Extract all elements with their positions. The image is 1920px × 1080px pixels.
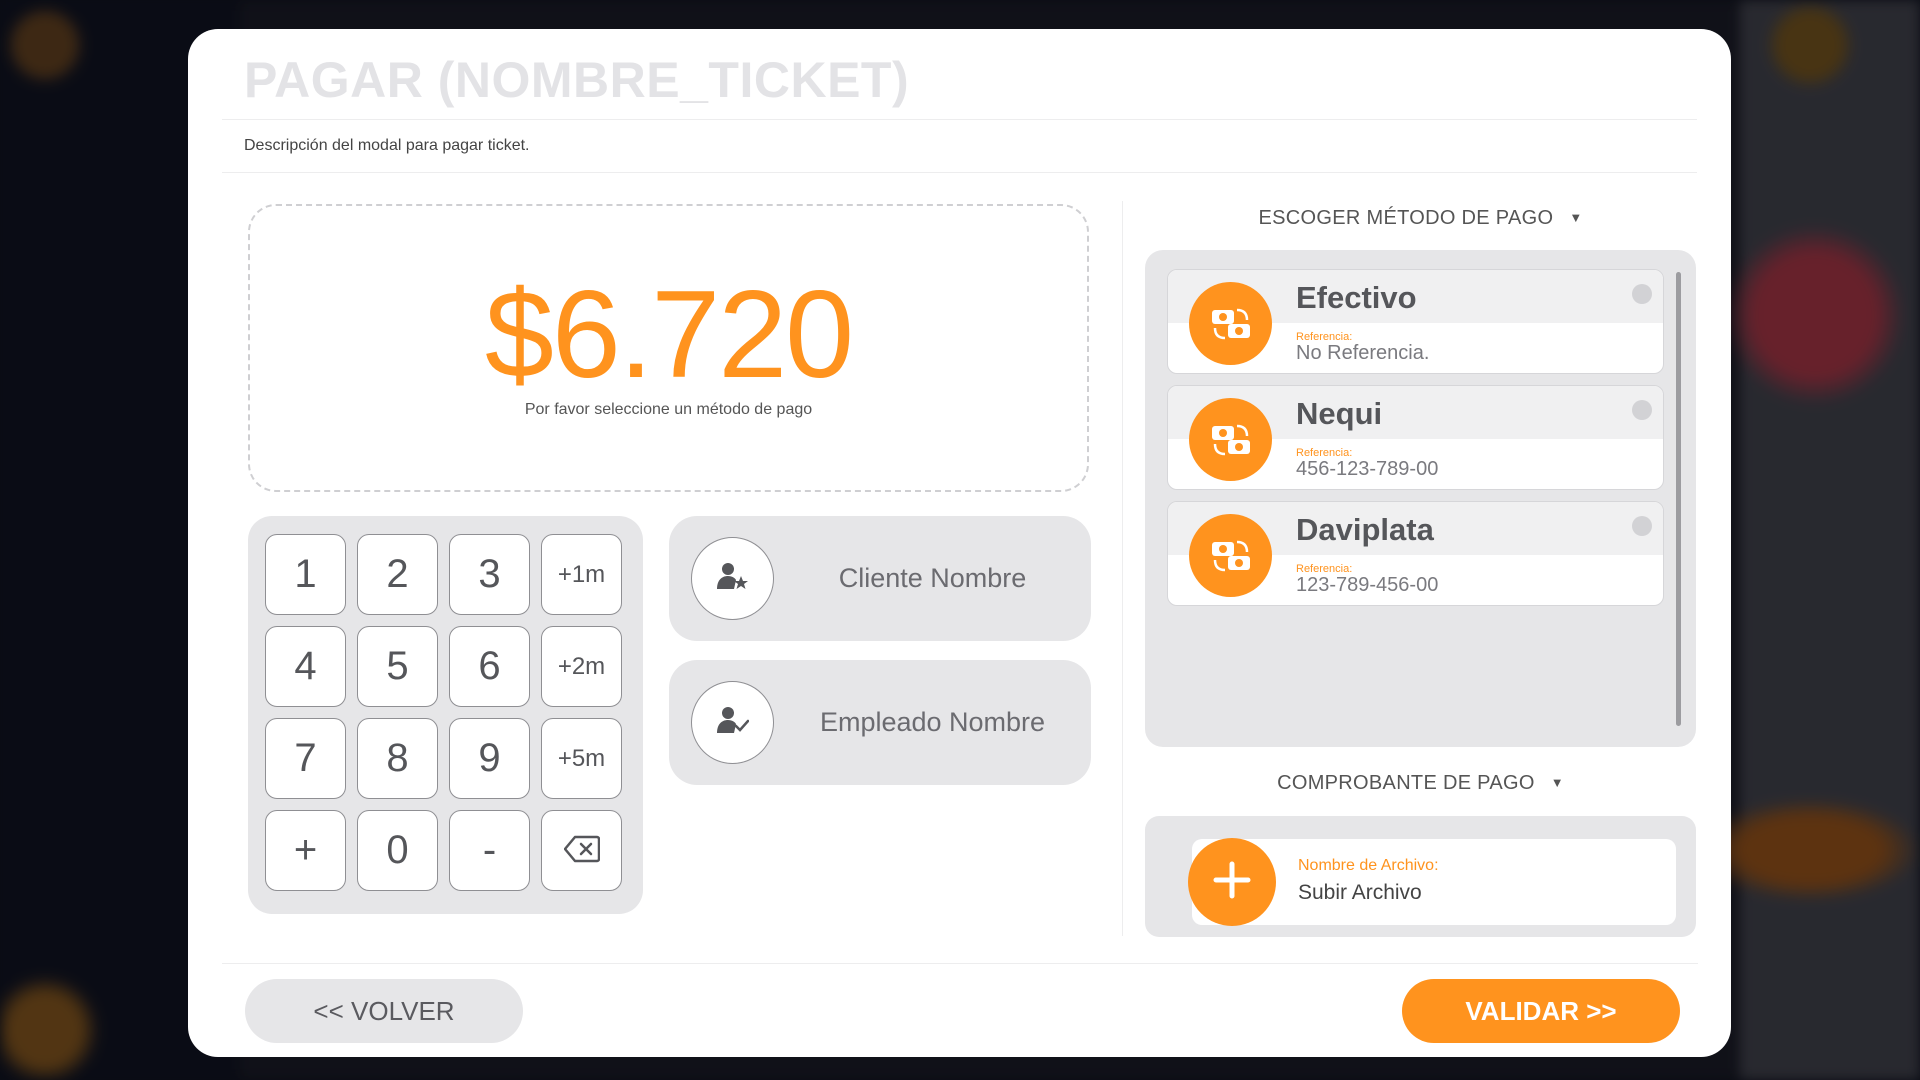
method-name: Nequi: [1296, 396, 1383, 431]
method-ref-value: No Referencia.: [1296, 342, 1430, 364]
key-2[interactable]: 2: [357, 534, 438, 615]
file-name-label: Nombre de Archivo:: [1298, 857, 1439, 874]
money-exchange-icon: [1189, 398, 1272, 481]
amount-display: $6.720 Por favor seleccione un método de…: [248, 204, 1089, 492]
amount-hint: Por favor seleccione un método de pago: [524, 401, 813, 418]
payment-method-label[interactable]: ESCOGER MÉTODO DE PAGO ▼: [1145, 207, 1696, 230]
modal-title: PAGAR (NOMBRE_TICKET): [244, 52, 910, 108]
amount-value: $6.720: [484, 266, 854, 404]
employee-name: Empleado Nombre: [819, 707, 1046, 737]
back-button[interactable]: << VOLVER: [245, 979, 523, 1043]
key-plus-5m[interactable]: +5m: [541, 718, 622, 799]
key-0[interactable]: 0: [357, 810, 438, 891]
key-minus[interactable]: -: [449, 810, 530, 891]
method-ref-value: 123-789-456-00: [1296, 574, 1439, 596]
money-exchange-icon: [1189, 514, 1272, 597]
payment-method-daviplata[interactable]: Daviplata Referencia: 123-789-456-00: [1167, 501, 1664, 606]
column-divider: [1122, 201, 1123, 936]
key-plus[interactable]: +: [265, 810, 346, 891]
plus-icon: [1212, 860, 1252, 905]
method-radio[interactable]: [1632, 516, 1652, 536]
method-radio[interactable]: [1632, 284, 1652, 304]
backspace-icon: [563, 828, 600, 873]
file-name-value: Subir Archivo: [1298, 881, 1422, 904]
methods-scrollbar[interactable]: [1676, 272, 1681, 726]
key-6[interactable]: 6: [449, 626, 530, 707]
money-exchange-icon: [1189, 282, 1272, 365]
key-1[interactable]: 1: [265, 534, 346, 615]
modal-description: Descripción del modal para pagar ticket.: [244, 137, 530, 154]
employee-avatar: [691, 681, 774, 764]
key-plus-2m[interactable]: +2m: [541, 626, 622, 707]
footer-divider: [222, 963, 1698, 964]
key-3[interactable]: 3: [449, 534, 530, 615]
payment-method-efectivo[interactable]: Efectivo Referencia: No Referencia.: [1167, 269, 1664, 374]
upload-button[interactable]: [1188, 838, 1276, 926]
user-star-icon: [716, 561, 749, 596]
client-name: Cliente Nombre: [838, 563, 1027, 593]
title-divider: [222, 119, 1697, 120]
key-plus-1m[interactable]: +1m: [541, 534, 622, 615]
method-radio[interactable]: [1632, 400, 1652, 420]
method-ref-value: 456-123-789-00: [1296, 458, 1439, 480]
key-9[interactable]: 9: [449, 718, 530, 799]
key-backspace[interactable]: [541, 810, 622, 891]
key-8[interactable]: 8: [357, 718, 438, 799]
client-selector[interactable]: Cliente Nombre: [669, 516, 1091, 641]
employee-selector[interactable]: Empleado Nombre: [669, 660, 1091, 785]
payment-method-nequi[interactable]: Nequi Referencia: 456-123-789-00: [1167, 385, 1664, 490]
caret-down-icon: ▼: [1569, 210, 1583, 225]
caret-down-icon: ▼: [1550, 775, 1564, 790]
key-4[interactable]: 4: [265, 626, 346, 707]
method-name: Efectivo: [1296, 280, 1417, 315]
numeric-keypad: 1 2 3 +1m 4 5 6 +2m 7 8 9 +5m + 0 -: [248, 516, 643, 914]
method-name: Daviplata: [1296, 512, 1434, 547]
client-avatar: [691, 537, 774, 620]
key-5[interactable]: 5: [357, 626, 438, 707]
header-divider: [222, 172, 1697, 173]
key-7[interactable]: 7: [265, 718, 346, 799]
user-check-icon: [716, 705, 749, 740]
validate-button[interactable]: VALIDAR >>: [1402, 979, 1680, 1043]
receipt-label[interactable]: COMPROBANTE DE PAGO ▼: [1145, 772, 1696, 795]
